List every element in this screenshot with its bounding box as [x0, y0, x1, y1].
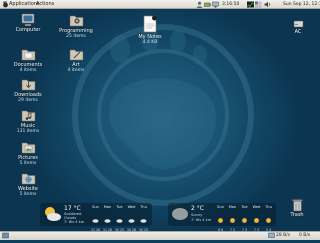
actions-menu[interactable]: Actions [36, 0, 54, 9]
website-folder-icon[interactable]: Website 5 items [8, 172, 48, 197]
battery-icon[interactable] [204, 1, 211, 8]
cloud-icon [104, 219, 111, 223]
forecast-day-name: Tue [241, 205, 248, 209]
document-icon [143, 15, 157, 33]
user-switch-icon[interactable] [196, 1, 203, 8]
sun-icon [254, 218, 259, 223]
sun-icon [230, 218, 235, 223]
ac-label: AC [294, 29, 302, 35]
website-count: 5 items [19, 192, 37, 197]
my-notes-file-icon[interactable]: My Notes 4.4 KB [130, 15, 170, 45]
art-folder-icon[interactable]: Art 4 items [56, 48, 96, 73]
folder-music-icon [21, 110, 35, 122]
fog-icon [172, 208, 188, 220]
forecast-day: Wed 7 3 [251, 205, 262, 232]
partly-cloudy-icon [45, 207, 61, 221]
clock-applet[interactable]: 3:16:50 [222, 0, 239, 9]
condition-line-3: 7: Ws 4 km [64, 220, 85, 224]
current-temp: 17 °C [64, 205, 81, 212]
forecast-day-name: Sun [217, 205, 224, 209]
forecast-day: Tue 30 25 [114, 205, 125, 232]
forecast-day: Mon 7 2 [227, 205, 238, 232]
music-count: 131 items [16, 129, 40, 134]
condition-line-2: 7: Ws 4 km [191, 218, 212, 222]
forecast-day-name: Thu [265, 205, 272, 209]
folder-brush-icon [69, 49, 83, 61]
pictures-folder-icon[interactable]: Pictures 5 items [8, 141, 48, 166]
date-clock[interactable]: Sun Sep 12, 12:18 [283, 0, 320, 9]
forecast-day: Thu 5 4 [263, 205, 274, 232]
forecast-day: Wed 30 26 [126, 205, 137, 232]
forecast-day: Mon 31 26 [102, 205, 113, 232]
weather-widget-left[interactable]: 17 °C Scattered Clouds 7: Ws 4 km Sun 31… [40, 203, 152, 232]
volume-icon[interactable] [264, 1, 271, 8]
my-notes-size: 4.4 KB [142, 40, 158, 45]
cloud-icon [116, 219, 123, 223]
cloud-icon [140, 219, 147, 223]
computer-glyph-icon [21, 13, 35, 26]
forecast-day-name: Wed [127, 205, 136, 209]
computer-label: Computer [15, 27, 41, 33]
folder-pictures-icon [21, 142, 35, 154]
programming-folder-icon[interactable]: Programming 25 items [56, 13, 96, 39]
programming-count: 25 items [66, 34, 86, 39]
gnome-foot-icon[interactable] [2, 1, 9, 8]
trash-can-icon [291, 199, 303, 212]
forecast-day: Thu 30 25 [138, 205, 149, 232]
condition-line-1: Sunny [191, 213, 203, 217]
downloads-count: 29 items [18, 98, 38, 103]
sun-icon [218, 218, 223, 223]
drive-icon [293, 20, 303, 28]
top-panel: Applications Actions 3:16:50 Sun Sep 12,… [0, 0, 320, 9]
network-monitor-icon[interactable] [268, 232, 275, 239]
trash-label: Trash [290, 212, 304, 218]
cloud-icon [92, 219, 99, 223]
ac-drive-icon[interactable]: AC [278, 18, 318, 35]
sun-icon [242, 218, 247, 223]
forecast-day: Sun 6 6 [215, 205, 226, 232]
applications-menu[interactable]: Applications [9, 0, 40, 9]
folder-globe-icon [21, 173, 35, 185]
forecast-day-name: Thu [140, 205, 147, 209]
pictures-count: 5 items [19, 161, 37, 166]
weather-widget-right[interactable]: 2 °C Sunny 7: Ws 4 km Sun 6 6 Mon 7 2 Tu… [168, 203, 276, 232]
workspace-switcher-icon[interactable] [255, 1, 262, 8]
forecast-day-name: Tue [116, 205, 123, 209]
sun-icon [266, 218, 271, 223]
cpu-monitor-icon[interactable] [246, 1, 255, 8]
download-rate: 28 B/s [276, 233, 291, 238]
forecast-day-name: Mon [103, 205, 112, 209]
cloud-icon [128, 219, 135, 223]
forecast-day: Sun 31 26 [90, 205, 101, 232]
forecast-day-name: Sun [92, 205, 99, 209]
downloads-folder-icon[interactable]: Downloads 29 items [8, 78, 48, 103]
network-icon[interactable] [212, 1, 219, 8]
folder-icon [21, 49, 35, 61]
bottom-panel: 28 B/s 0 B/s [0, 231, 320, 240]
folder-download-icon [21, 79, 35, 91]
documents-count: 4 items [19, 68, 37, 73]
music-folder-icon[interactable]: Music 131 items [8, 109, 48, 134]
forecast-day-name: Mon [228, 205, 237, 209]
art-count: 4 items [67, 68, 85, 73]
folder-gear-icon [69, 15, 83, 27]
forecast-day: Tue 7 3 [239, 205, 250, 232]
documents-folder-icon[interactable]: Documents 4 items [8, 48, 48, 73]
computer-icon[interactable]: Computer [8, 13, 48, 33]
upload-rate: 0 B/s [299, 233, 311, 238]
show-desktop-icon[interactable] [2, 232, 9, 239]
trash-icon[interactable]: Trash [277, 198, 317, 218]
current-temp: 2 °C [191, 205, 204, 212]
forecast-day-name: Wed [252, 205, 261, 209]
